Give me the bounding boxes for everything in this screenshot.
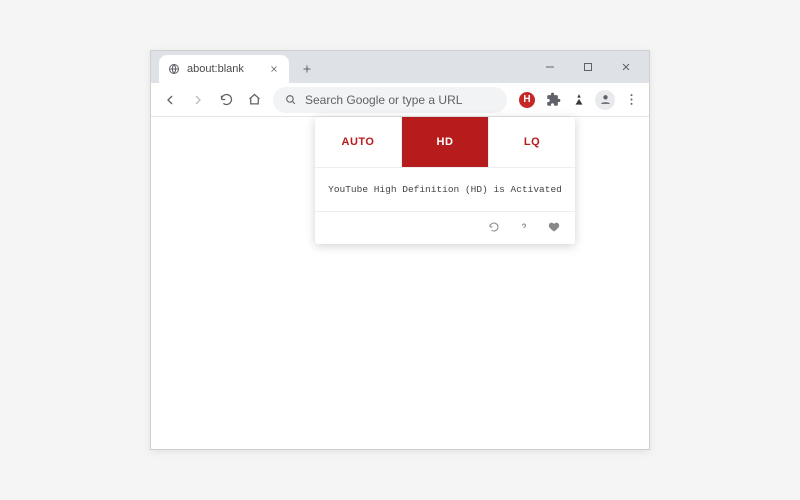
maximize-button[interactable] bbox=[569, 51, 607, 83]
home-button[interactable] bbox=[241, 87, 267, 113]
forward-button[interactable] bbox=[185, 87, 211, 113]
person-icon bbox=[595, 90, 615, 110]
popup-footer bbox=[315, 211, 575, 244]
toolbar: Search Google or type a URL H bbox=[151, 83, 649, 117]
close-icon[interactable] bbox=[267, 62, 281, 76]
globe-icon bbox=[167, 62, 181, 76]
address-bar[interactable]: Search Google or type a URL bbox=[273, 87, 507, 113]
extension-generic[interactable] bbox=[567, 88, 591, 112]
tab-title: about:blank bbox=[187, 63, 261, 75]
menu-button[interactable] bbox=[619, 88, 643, 112]
new-tab-button[interactable] bbox=[295, 57, 319, 81]
omnibox-placeholder: Search Google or type a URL bbox=[305, 93, 462, 107]
minimize-button[interactable] bbox=[531, 51, 569, 83]
extension-area: H bbox=[513, 88, 643, 112]
help-icon[interactable] bbox=[517, 220, 531, 234]
quality-auto-button[interactable]: AUTO bbox=[315, 117, 402, 167]
quality-hd-button[interactable]: HD bbox=[402, 117, 489, 167]
search-icon bbox=[283, 93, 297, 107]
close-window-button[interactable] bbox=[607, 51, 645, 83]
profile-button[interactable] bbox=[593, 88, 617, 112]
back-button[interactable] bbox=[157, 87, 183, 113]
quality-row: AUTO HD LQ bbox=[315, 117, 575, 167]
browser-tab[interactable]: about:blank bbox=[159, 55, 289, 83]
extension-badge-icon: H bbox=[519, 92, 535, 108]
refresh-icon[interactable] bbox=[487, 220, 501, 234]
quality-lq-button[interactable]: LQ bbox=[489, 117, 575, 167]
window-controls bbox=[531, 51, 649, 83]
browser-window: about:blank bbox=[150, 50, 650, 450]
titlebar: about:blank bbox=[151, 51, 649, 83]
tab-strip: about:blank bbox=[151, 51, 319, 83]
reload-button[interactable] bbox=[213, 87, 239, 113]
extension-popup: AUTO HD LQ YouTube High Definition (HD) … bbox=[315, 117, 575, 244]
heart-icon[interactable] bbox=[547, 220, 561, 234]
extensions-button[interactable] bbox=[541, 88, 565, 112]
status-text: YouTube High Definition (HD) is Activate… bbox=[315, 167, 575, 211]
extension-youtube-hd[interactable]: H bbox=[515, 88, 539, 112]
